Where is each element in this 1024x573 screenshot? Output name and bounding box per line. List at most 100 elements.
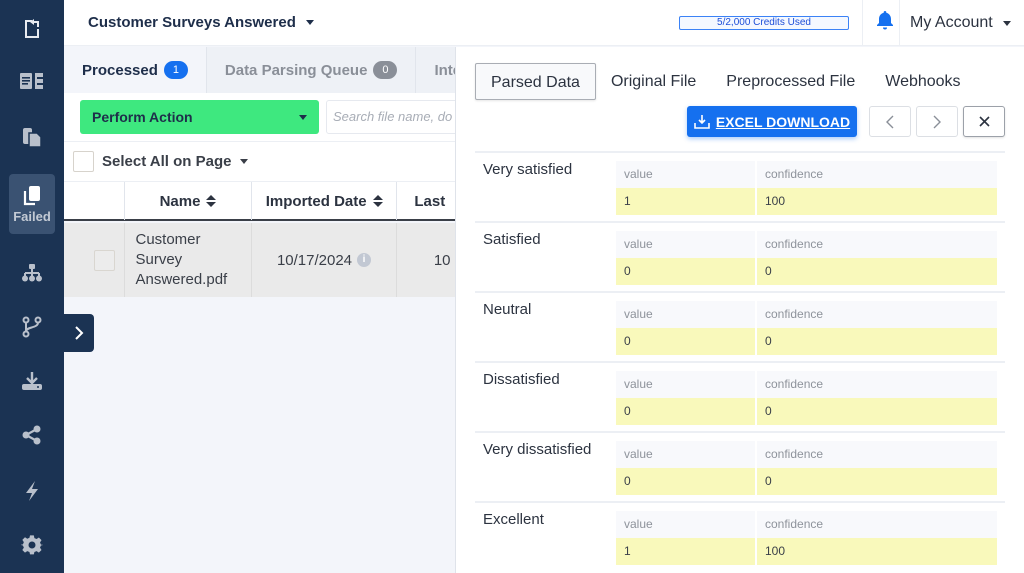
sidebar-item-failed[interactable]: Failed xyxy=(9,174,55,234)
excel-download-button[interactable]: EXCEL DOWNLOAD xyxy=(687,106,857,137)
sidebar-item-automation[interactable] xyxy=(9,474,55,508)
queue-tabs: Processed 1 Data Parsing Queue 0 Integ xyxy=(64,47,456,93)
field-value[interactable]: 0 xyxy=(616,468,757,495)
field-confidence: 0 xyxy=(765,264,772,278)
expand-sidebar-button[interactable] xyxy=(64,314,94,352)
field-value-header: value confidence xyxy=(616,301,997,328)
account-menu[interactable]: My Account xyxy=(910,14,1011,32)
branch-icon xyxy=(22,316,42,338)
field-value[interactable]: 0 xyxy=(616,328,757,355)
field-value-table: value confidence 0 0 xyxy=(616,231,997,285)
search-input[interactable]: Search file name, do xyxy=(326,100,456,134)
field-value-header: value confidence xyxy=(616,511,997,538)
field-value-header: value confidence xyxy=(616,371,997,398)
tab-processed[interactable]: Processed 1 xyxy=(64,47,207,93)
parsed-field: Neutral value confidence 0 0 xyxy=(475,291,1005,361)
sidebar-item-download[interactable] xyxy=(9,364,55,398)
sort-icon xyxy=(372,195,383,207)
confidence-column-label: confidence xyxy=(765,307,824,321)
field-value[interactable]: 0 xyxy=(616,398,757,425)
value-column-label: value xyxy=(616,231,757,258)
tab-webhooks[interactable]: Webhooks xyxy=(870,63,975,100)
sidebar: Failed xyxy=(0,0,64,573)
column-header-imported-date[interactable]: Imported Date xyxy=(252,182,398,220)
caret-down-icon[interactable] xyxy=(239,159,248,164)
value-column-label: value xyxy=(616,371,757,398)
caret-down-icon xyxy=(299,114,307,120)
info-icon[interactable]: i xyxy=(357,253,372,267)
count-badge: 0 xyxy=(373,61,398,79)
parsed-field: Excellent value confidence 1 100 xyxy=(475,501,1005,571)
field-value-table: value confidence 0 0 xyxy=(616,301,997,355)
field-value-table: value confidence 0 0 xyxy=(616,441,997,495)
column-header-last[interactable]: Last xyxy=(397,182,456,220)
select-all-row: Select All on Page xyxy=(64,141,456,181)
document-tree-icon xyxy=(20,73,43,89)
field-value-header: value confidence xyxy=(616,441,997,468)
column-label: Name xyxy=(159,192,201,210)
sidebar-item-settings[interactable] xyxy=(9,528,55,562)
chevron-left-icon xyxy=(886,115,894,128)
parsed-field: Dissatisfied value confidence 0 0 xyxy=(475,361,1005,431)
file-name-cell[interactable]: Customer Survey Answered.pdf xyxy=(125,223,253,297)
field-value-table: value confidence 0 0 xyxy=(616,371,997,425)
sidebar-item-upload[interactable] xyxy=(9,12,55,46)
field-value-row: 0 0 xyxy=(616,398,997,425)
field-name: Very satisfied xyxy=(483,161,573,178)
sidebar-item-document-tree[interactable] xyxy=(9,64,55,98)
table-header: Name Imported Date Last xyxy=(64,181,456,221)
sidebar-item-label: Failed xyxy=(13,208,51,224)
sidebar-item-documents[interactable] xyxy=(9,120,55,154)
tab-label: Data Parsing Queue xyxy=(224,61,368,79)
bolt-icon xyxy=(26,481,38,501)
failed-documents-icon xyxy=(23,185,40,205)
document-list-panel: Processed 1 Data Parsing Queue 0 Integ P… xyxy=(64,47,456,573)
select-all-checkbox[interactable] xyxy=(73,151,94,172)
notifications-button[interactable] xyxy=(876,10,894,35)
gear-icon xyxy=(21,535,43,555)
field-value[interactable]: 0 xyxy=(616,258,757,285)
tab-integrations[interactable]: Integ xyxy=(416,47,456,93)
sidebar-item-branch[interactable] xyxy=(9,310,55,344)
tab-original-file[interactable]: Original File xyxy=(596,63,711,100)
imported-date-cell: 10/17/2024 i xyxy=(252,223,397,297)
field-value[interactable]: 1 xyxy=(616,538,757,565)
column-label: Imported Date xyxy=(265,192,367,210)
bell-icon xyxy=(877,11,893,30)
detail-tabs: Parsed Data Original File Preprocessed F… xyxy=(475,63,976,100)
column-header-name[interactable]: Name xyxy=(125,182,252,220)
share-icon xyxy=(22,425,41,445)
field-name: Excellent xyxy=(483,511,544,528)
row-checkbox[interactable] xyxy=(93,249,115,271)
project-selector[interactable]: Customer Surveys Answered xyxy=(88,14,314,31)
parsed-field: Very satisfied value confidence 1 100 xyxy=(475,151,1005,221)
field-confidence: 0 xyxy=(765,334,772,348)
table-row[interactable]: Customer Survey Answered.pdf 10/17/2024 … xyxy=(64,223,456,297)
field-name: Dissatisfied xyxy=(483,371,560,388)
next-document-button[interactable] xyxy=(916,106,958,137)
project-title: Customer Surveys Answered xyxy=(88,14,296,31)
sidebar-item-share[interactable] xyxy=(9,418,55,452)
tab-data-parsing-queue[interactable]: Data Parsing Queue 0 xyxy=(206,47,417,93)
previous-document-button[interactable] xyxy=(869,106,911,137)
close-icon xyxy=(978,116,990,127)
chevron-right-icon xyxy=(933,115,941,128)
tab-preprocessed-file[interactable]: Preprocessed File xyxy=(711,63,870,100)
action-row: Perform Action Search file name, do xyxy=(64,93,456,141)
confidence-column-label: confidence xyxy=(765,377,824,391)
select-all-label[interactable]: Select All on Page xyxy=(102,153,232,170)
sidebar-item-hierarchy[interactable] xyxy=(9,256,55,290)
close-panel-button[interactable] xyxy=(963,106,1005,137)
column-label: Last xyxy=(414,192,446,210)
caret-down-icon xyxy=(305,20,314,25)
perform-action-dropdown[interactable]: Perform Action xyxy=(80,100,319,134)
field-value-header: value confidence xyxy=(616,161,997,188)
credits-usage-badge: 5/2,000 Credits Used xyxy=(679,16,849,30)
field-value[interactable]: 1 xyxy=(616,188,757,215)
parsed-field: Very dissatisfied value confidence 0 0 xyxy=(475,431,1005,501)
confidence-column-label: confidence xyxy=(765,517,824,531)
tab-parsed-data[interactable]: Parsed Data xyxy=(475,63,596,100)
value-column-label: value xyxy=(616,511,757,538)
document-detail-panel: Parsed Data Original File Preprocessed F… xyxy=(456,47,1024,573)
count-badge: 1 xyxy=(163,61,188,79)
